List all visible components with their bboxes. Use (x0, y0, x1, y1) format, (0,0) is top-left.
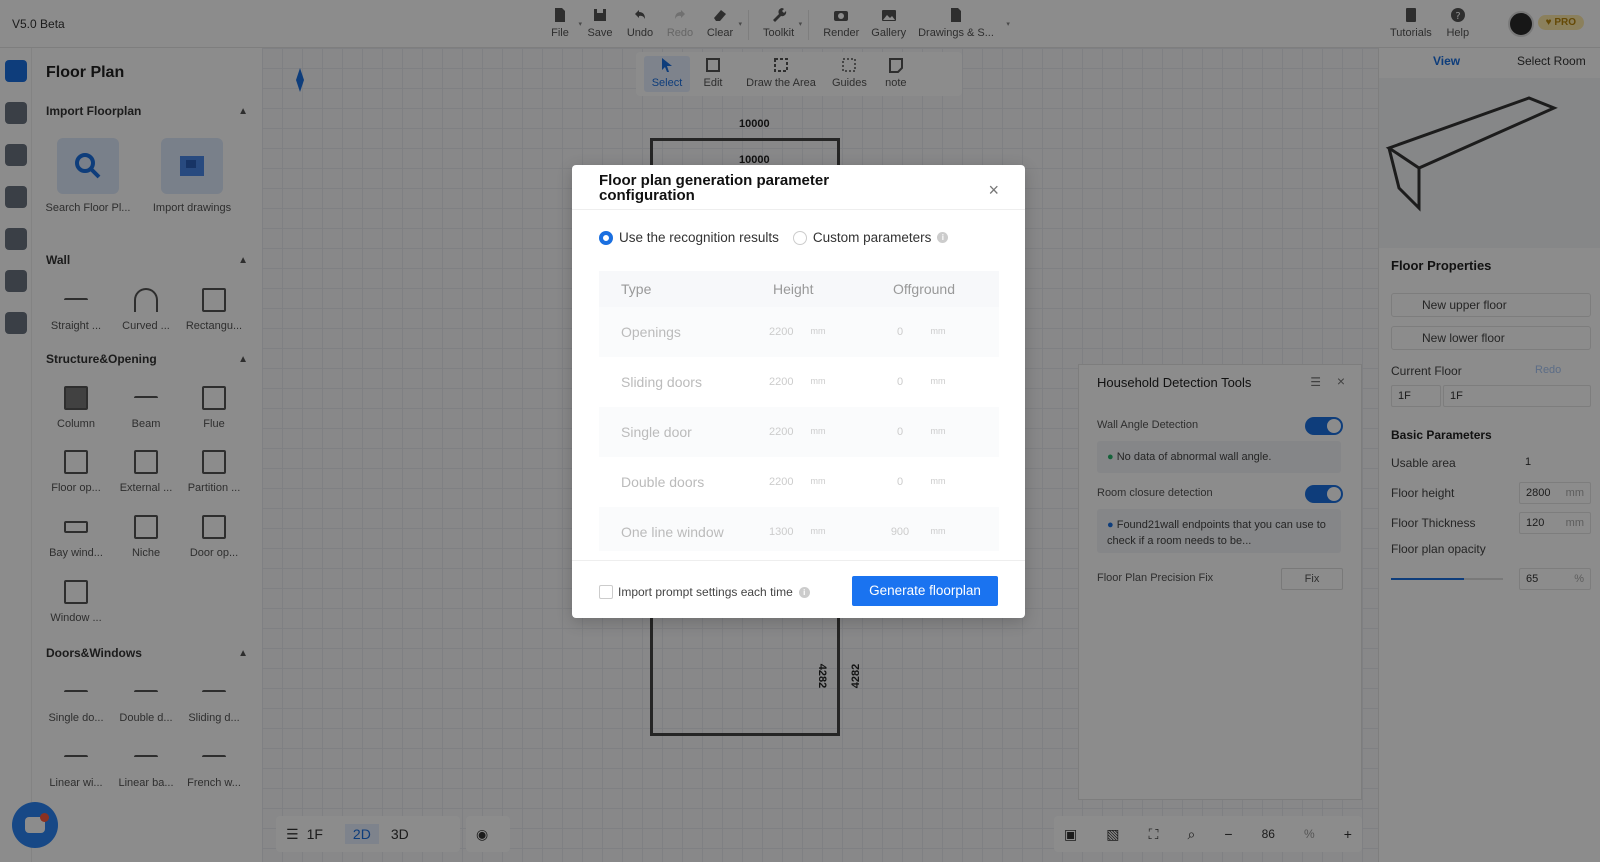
radio-custom[interactable] (792, 230, 807, 245)
info-icon[interactable]: i (937, 232, 949, 243)
table-row: Sliding doors 2200 mm 0 mm (599, 357, 999, 407)
offground-input: 0 mm (896, 376, 946, 388)
import-prompt-checkbox[interactable] (599, 585, 613, 599)
param-source-options: Use the recognition results Custom param… (599, 230, 949, 245)
offground-input: 900 mm (890, 526, 946, 538)
table-body: Openings 2200 mm 0 mm Sliding doors 2200 mm… (599, 307, 999, 551)
col-height: Height (773, 281, 814, 297)
height-input: 2200 mm (769, 326, 826, 338)
height-input: 2200 mm (769, 376, 826, 388)
offground-input: 0 mm (896, 326, 946, 338)
table-row: Single door 2200 mm 0 mm (599, 407, 999, 457)
parameter-table: Type Height Offground Openings 2200 mm 0m… (599, 271, 999, 551)
radio-recognition-label[interactable]: Use the recognition results (619, 230, 779, 245)
divider (572, 560, 1025, 561)
col-type: Type (621, 281, 652, 297)
import-prompt-label[interactable]: Import prompt settings each time (618, 585, 793, 599)
table-row: Openings 2200 mm 0 mm (599, 307, 999, 357)
floorplan-config-dialog: Floor plan generation parameter configur… (572, 165, 1025, 618)
offground-input: 0 mm (896, 426, 946, 438)
height-input: 2200 mm (769, 476, 826, 488)
height-input: 2200 mm (769, 426, 826, 438)
offground-input: 0 mm (896, 476, 946, 488)
col-offground: Offground (893, 281, 956, 297)
radio-custom-label[interactable]: Custom parameters (813, 230, 932, 245)
height-input: 1300 mm (769, 526, 826, 538)
table-row: Double doors 2200 mm 0 mm (599, 457, 999, 507)
close-icon[interactable]: × (988, 180, 999, 201)
import-prompt-option: Import prompt settings each time i (599, 585, 810, 599)
info-icon[interactable]: i (798, 586, 810, 598)
generate-floorplan-button[interactable]: Generate floorplan (852, 576, 998, 606)
table-header: Type Height Offground (599, 271, 999, 307)
table-row: One line window 1300 mm 900 mm (599, 507, 999, 551)
radio-recognition[interactable] (599, 230, 613, 245)
divider (572, 209, 1025, 210)
dialog-title: Floor plan generation parameter configur… (599, 172, 830, 204)
